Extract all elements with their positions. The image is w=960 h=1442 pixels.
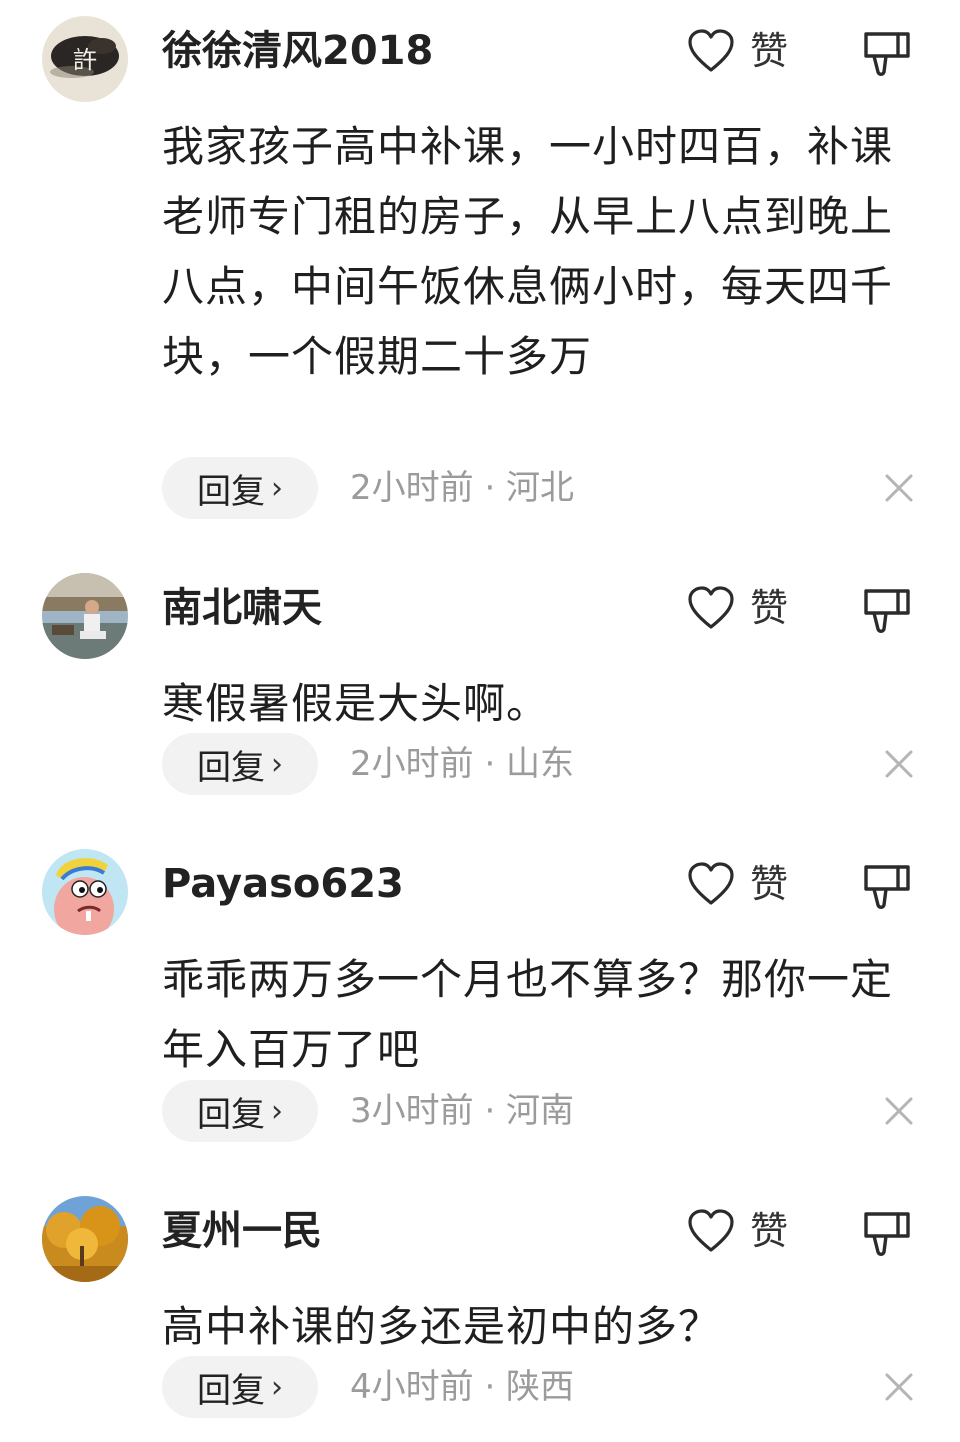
close-icon[interactable]	[882, 1370, 916, 1404]
username[interactable]: 徐徐清风2018	[162, 26, 433, 76]
heart-outline-icon	[688, 29, 734, 72]
reply-button[interactable]: 回复 ›	[162, 1080, 318, 1142]
close-icon[interactable]	[882, 747, 916, 781]
timestamp-location: 2小时前 · 河北	[350, 468, 575, 508]
timestamp-location: 3小时前 · 河南	[350, 1091, 575, 1131]
avatar-glyph: 許	[73, 46, 97, 74]
avatar[interactable]	[42, 573, 128, 659]
dislike-button[interactable]	[860, 1206, 914, 1260]
like-label: 赞	[750, 586, 789, 630]
dislike-button[interactable]	[860, 583, 914, 637]
like-label: 赞	[750, 29, 789, 73]
comment-meta: 回复 › 4小时前 · 陕西	[162, 1356, 922, 1418]
heart-outline-icon	[688, 586, 734, 629]
chevron-right-icon: ›	[271, 746, 283, 782]
reply-label: 回复	[197, 1094, 265, 1135]
thumbs-down-icon	[864, 32, 910, 76]
comment-meta: 回复 › 2小时前 · 山东	[162, 733, 922, 795]
chevron-right-icon: ›	[271, 470, 283, 506]
avatar[interactable]	[42, 1196, 128, 1282]
like-button[interactable]: 赞	[686, 859, 788, 909]
close-icon[interactable]	[882, 471, 916, 505]
comment-meta: 回复 › 3小时前 · 河南	[162, 1080, 922, 1142]
username[interactable]: 夏州一民	[162, 1206, 322, 1256]
heart-outline-icon	[688, 862, 734, 905]
dislike-button[interactable]	[860, 859, 914, 913]
reply-button[interactable]: 回复 ›	[162, 457, 318, 519]
chevron-right-icon: ›	[271, 1369, 283, 1405]
timestamp-location: 4小时前 · 陕西	[350, 1367, 575, 1407]
comment-text: 寒假暑假是大头啊。	[162, 679, 550, 728]
like-button[interactable]: 赞	[686, 1206, 788, 1256]
reply-label: 回复	[197, 747, 265, 788]
reply-label: 回复	[197, 471, 265, 512]
comment-text: 高中补课的多还是初中的多？	[162, 1302, 722, 1351]
close-icon[interactable]	[882, 1094, 916, 1128]
chevron-right-icon: ›	[271, 1093, 283, 1129]
thumbs-down-icon	[864, 865, 910, 909]
timestamp-location: 2小时前 · 山东	[350, 744, 575, 784]
dislike-button[interactable]	[860, 26, 914, 80]
reply-button[interactable]: 回复 ›	[162, 733, 318, 795]
thumbs-down-icon	[864, 1212, 910, 1256]
heart-outline-icon	[688, 1209, 734, 1252]
thumbs-down-icon	[864, 589, 910, 633]
username[interactable]: Payaso623	[162, 859, 404, 909]
avatar[interactable]: 許	[42, 16, 128, 102]
reply-button[interactable]: 回复 ›	[162, 1356, 318, 1418]
username[interactable]: 南北啸天	[162, 583, 322, 633]
comment-text: 我家孩子高中补课，一小时四百，补课老师专门租的房子，从早上八点到晚上八点，中间午…	[162, 122, 894, 381]
like-label: 赞	[750, 1209, 789, 1253]
avatar[interactable]	[42, 849, 128, 935]
like-button[interactable]: 赞	[686, 26, 788, 76]
like-button[interactable]: 赞	[686, 583, 788, 633]
reply-label: 回复	[197, 1370, 265, 1411]
comment-meta: 回复 › 2小时前 · 河北	[162, 457, 922, 519]
comment-text: 乖乖两万多一个月也不算多？那你一定年入百万了吧	[162, 955, 894, 1074]
like-label: 赞	[750, 862, 789, 906]
